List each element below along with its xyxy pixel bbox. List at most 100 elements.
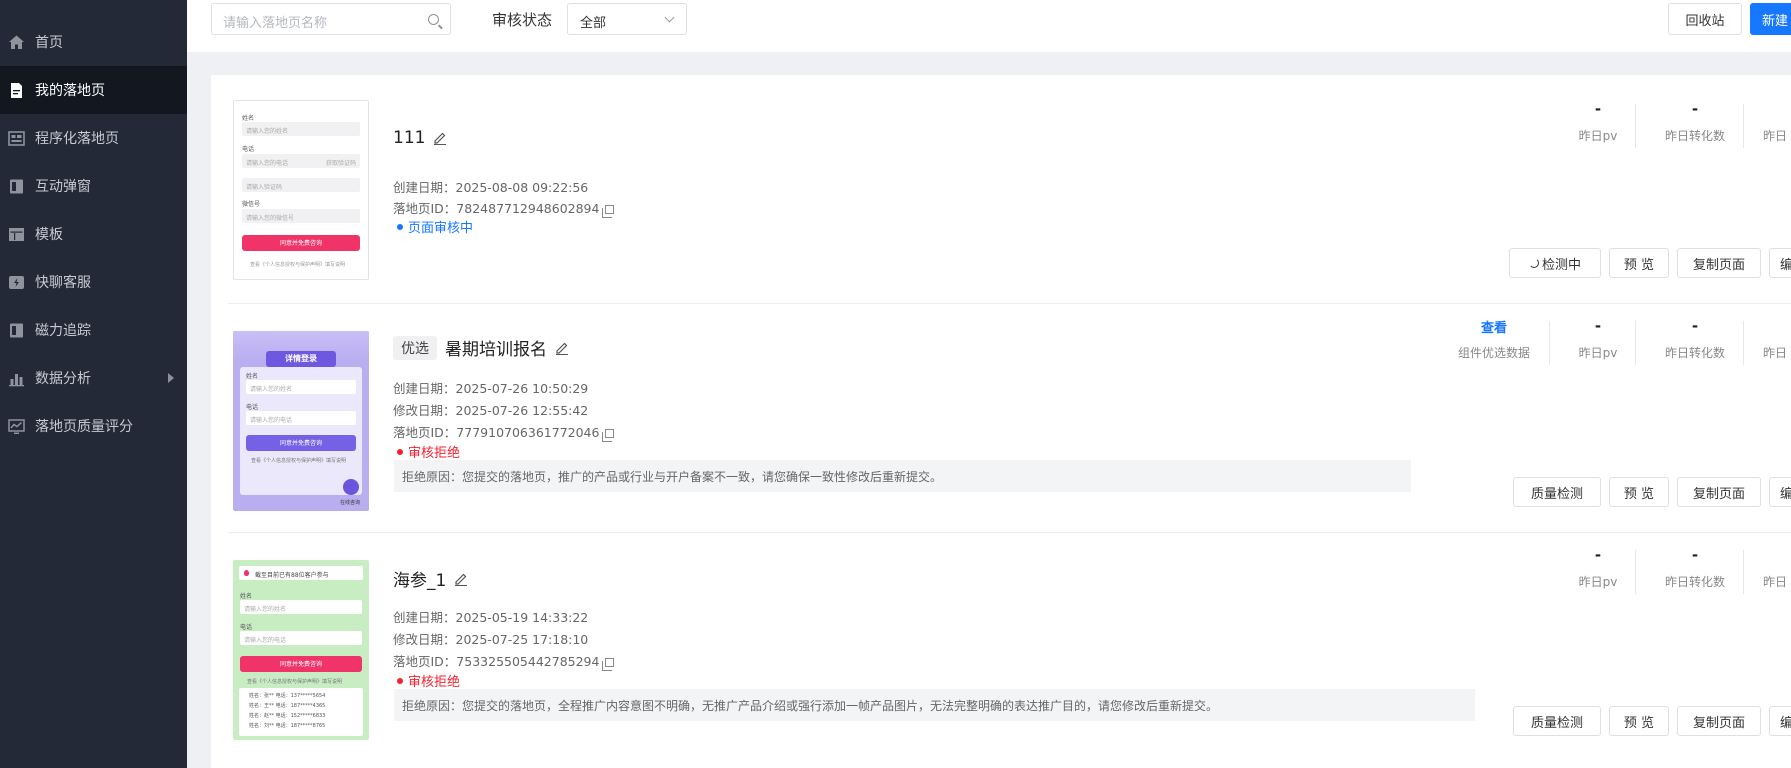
status-badge: 页面审核中 bbox=[397, 217, 473, 236]
page-title-row: 海参_1 bbox=[393, 566, 468, 591]
phone-icon bbox=[343, 479, 359, 495]
status-text: 审核拒绝 bbox=[408, 446, 461, 461]
stat-value: - bbox=[1594, 100, 1602, 118]
preview-button[interactable]: 预 览 bbox=[1609, 477, 1669, 507]
reject-reason: 拒绝原因：您提交的落地页，全程推广内容意图不明确，无推广产品介绍或强行添加一帧产… bbox=[394, 689, 1475, 721]
page-thumbnail[interactable]: 截至目前已有88位客户参与 姓名 请输入您的姓名 电话 请输入您的电话 同意并免… bbox=[233, 560, 369, 740]
review-status-value: 全部 bbox=[580, 16, 607, 31]
stat-value: - bbox=[1594, 317, 1602, 335]
thumb-consult: 在线咨询 bbox=[340, 500, 361, 506]
edit-icon[interactable] bbox=[454, 572, 468, 586]
bar-chart-icon bbox=[8, 370, 25, 387]
detecting-button[interactable]: 检测中 bbox=[1509, 248, 1601, 278]
preview-button[interactable]: 预 览 bbox=[1609, 706, 1669, 736]
page-id-row: 落地页ID：782487712948602894 bbox=[393, 198, 615, 218]
stat-label: 昨日 bbox=[1763, 129, 1788, 143]
sidebar-item-quick-chat[interactable]: 快聊客服 bbox=[0, 258, 187, 306]
thumb-footer: 查看《个人信息授权与保护声明》填写说明 bbox=[247, 679, 343, 685]
status-dot-icon bbox=[397, 448, 403, 455]
search-icon[interactable] bbox=[428, 14, 439, 25]
copy-icon[interactable] bbox=[602, 205, 615, 218]
thumb-label: 电话 bbox=[242, 146, 255, 153]
list-item: 详情登录 姓名 请输入您的姓名 电话 请输入您的电话 同意并免费咨询 查看《个人… bbox=[211, 304, 1791, 533]
stat-label: 昨日pv bbox=[1578, 575, 1618, 589]
thumb-input: 请输入您的微信号 bbox=[242, 209, 360, 223]
thumb-input: 请输入您的姓名 bbox=[242, 122, 360, 136]
stat-pv: - 昨日pv bbox=[1560, 546, 1636, 590]
stat-extra: 昨日 bbox=[1763, 317, 1791, 361]
stat-label: 昨日转化数 bbox=[1664, 129, 1725, 143]
sidebar-item-templates[interactable]: 模板 bbox=[0, 210, 187, 258]
thumb-input: 请输入您的电话 获取验证码 bbox=[242, 154, 360, 168]
lightning-chat-icon bbox=[8, 274, 25, 291]
optimization-data: 查看 组件优选数据 bbox=[1448, 317, 1540, 361]
copy-page-button[interactable]: 复制页面 bbox=[1677, 477, 1761, 507]
edit-button[interactable]: 编 bbox=[1769, 706, 1791, 736]
page-title: 暑期培训报名 bbox=[445, 340, 547, 360]
thumb-banner: 详情登录 bbox=[266, 351, 336, 367]
sidebar-item-interactive-popup[interactable]: 互动弹窗 bbox=[0, 162, 187, 210]
preview-button[interactable]: 预 览 bbox=[1609, 248, 1669, 278]
sidebar-item-magnetic-tracking[interactable]: 磁力追踪 bbox=[0, 306, 187, 354]
status-badge: 审核拒绝 bbox=[397, 671, 460, 690]
recycle-bin-button[interactable]: 回收站 bbox=[1668, 3, 1742, 35]
created-date: 创建日期：2025-07-26 10:50:29 bbox=[393, 381, 589, 396]
popup-icon bbox=[8, 178, 25, 195]
quality-check-button[interactable]: 质量检测 bbox=[1513, 706, 1601, 736]
sidebar-item-data-analysis[interactable]: 数据分析 bbox=[0, 354, 187, 402]
sidebar-item-my-landing-pages[interactable]: 我的落地页 bbox=[0, 66, 187, 114]
page-id-row: 落地页ID：753325505442785294 bbox=[393, 651, 615, 671]
page-title-row: 111 bbox=[393, 128, 447, 148]
review-status-select[interactable]: 全部 bbox=[567, 3, 687, 35]
thumb-input: 请输入您的电话 bbox=[246, 411, 356, 425]
edit-icon[interactable] bbox=[555, 341, 569, 355]
stat-value: - bbox=[1594, 546, 1602, 564]
copy-icon[interactable] bbox=[602, 429, 615, 442]
thumb-input: 请输入您的电话 bbox=[240, 631, 362, 645]
document-icon bbox=[8, 82, 25, 99]
sidebar-item-programmatic-pages[interactable]: 程序化落地页 bbox=[0, 114, 187, 162]
edit-icon[interactable] bbox=[433, 131, 447, 145]
stat-divider bbox=[1743, 321, 1744, 365]
sidebar-item-label: 互动弹窗 bbox=[35, 179, 91, 195]
edit-button[interactable]: 编 bbox=[1769, 477, 1791, 507]
thumb-footer: 查看《个人信息授权与保护声明》填写说明 bbox=[250, 262, 346, 268]
thumb-label: 电话 bbox=[240, 624, 253, 631]
thumb-label: 姓名 bbox=[246, 373, 259, 380]
stat-label: 昨日pv bbox=[1578, 129, 1618, 143]
page-thumbnail[interactable]: 姓名 请输入您的姓名 电话 请输入您的电话 获取验证码 请输入验证码 微信号 请输… bbox=[233, 100, 369, 280]
sidebar-item-label: 磁力追踪 bbox=[35, 323, 91, 339]
thumb-button: 同意并免费咨询 bbox=[246, 435, 356, 451]
stat-label: 昨日 bbox=[1763, 575, 1788, 589]
page-id: 落地页ID：753325505442785294 bbox=[393, 654, 600, 669]
modified-date: 修改日期：2025-07-26 12:55:42 bbox=[393, 403, 589, 418]
toolbar: 请输入落地页名称 审核状态 全部 回收站 新建 bbox=[187, 0, 1791, 52]
copy-page-button[interactable]: 复制页面 bbox=[1677, 248, 1761, 278]
page-title: 111 bbox=[393, 128, 426, 148]
created-date: 创建日期：2025-05-19 14:33:22 bbox=[393, 610, 589, 625]
template-icon bbox=[8, 226, 25, 243]
thumb-input: 请输入您的姓名 bbox=[240, 600, 362, 614]
stat-divider bbox=[1743, 550, 1744, 594]
edit-button[interactable]: 编 bbox=[1769, 248, 1791, 278]
sidebar-item-home[interactable]: 首页 bbox=[0, 18, 187, 66]
copy-page-button[interactable]: 复制页面 bbox=[1677, 706, 1761, 736]
monitor-chart-icon bbox=[8, 418, 25, 435]
stat-value bbox=[1763, 100, 1791, 122]
view-link[interactable]: 查看 bbox=[1481, 321, 1507, 336]
page-id-row: 落地页ID：777910706361772046 bbox=[393, 422, 615, 442]
thumb-input: 请输入验证码 bbox=[242, 178, 360, 192]
new-page-button[interactable]: 新建 bbox=[1750, 3, 1791, 35]
search-input[interactable]: 请输入落地页名称 bbox=[211, 3, 451, 35]
copy-icon[interactable] bbox=[602, 658, 615, 671]
quality-check-button[interactable]: 质量检测 bbox=[1513, 477, 1601, 507]
page-title: 海参_1 bbox=[393, 571, 447, 591]
created-date: 创建日期：2025-08-08 09:22:56 bbox=[393, 180, 589, 195]
layout-icon bbox=[8, 130, 25, 147]
stat-divider bbox=[1635, 104, 1636, 148]
thumb-button: 同意并免费咨询 bbox=[240, 656, 362, 672]
thumb-label: 姓名 bbox=[242, 115, 255, 122]
sidebar-item-quality-score[interactable]: 落地页质量评分 bbox=[0, 402, 187, 450]
page-thumbnail[interactable]: 详情登录 姓名 请输入您的姓名 电话 请输入您的电话 同意并免费咨询 查看《个人… bbox=[233, 331, 369, 511]
loading-spinner-icon bbox=[1528, 258, 1539, 268]
